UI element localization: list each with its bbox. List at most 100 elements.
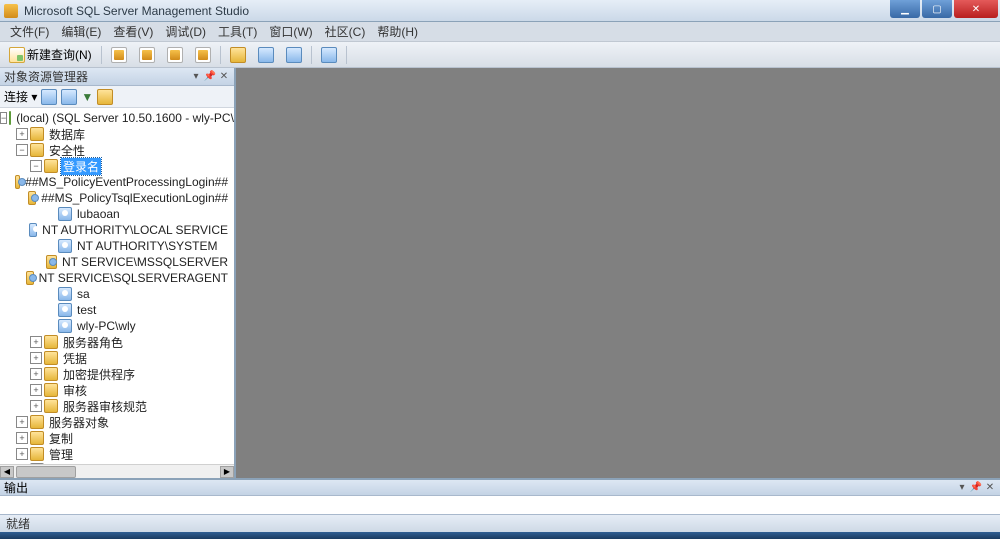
tree-databases[interactable]: + 数据库 xyxy=(0,126,234,142)
activity-icon xyxy=(321,47,337,63)
disconnect-icon[interactable] xyxy=(61,89,77,105)
doc-icon xyxy=(167,47,183,63)
save-all-icon xyxy=(286,47,302,63)
menu-community[interactable]: 社区(C) xyxy=(319,21,372,42)
tree-login-item[interactable]: ##MS_PolicyTsqlExecutionLogin## xyxy=(0,190,234,206)
tb-btn-2[interactable] xyxy=(134,44,160,66)
tree-login-item[interactable]: sa xyxy=(0,286,234,302)
menu-help[interactable]: 帮助(H) xyxy=(371,21,424,42)
tree-server-node[interactable]: − (local) (SQL Server 10.50.1600 - wly-P… xyxy=(0,110,234,126)
server-objects-label: 服务器对象 xyxy=(47,414,111,431)
collapse-icon[interactable]: − xyxy=(16,144,28,156)
refresh-icon[interactable] xyxy=(97,89,113,105)
expand-icon[interactable]: + xyxy=(16,128,28,140)
activity-monitor-button[interactable] xyxy=(316,44,342,66)
menu-window[interactable]: 窗口(W) xyxy=(263,21,318,42)
tree-credentials[interactable]: +凭据 xyxy=(0,350,234,366)
panel-close-icon[interactable]: ✕ xyxy=(218,71,230,83)
scroll-left-icon[interactable]: ◀ xyxy=(0,466,14,478)
status-text: 就绪 xyxy=(6,515,30,532)
tree-login-item[interactable]: wly-PC\wly xyxy=(0,318,234,334)
menu-tools[interactable]: 工具(T) xyxy=(212,21,263,42)
object-explorer-panel: 对象资源管理器 ▾ 📌 ✕ 连接 ▾ ▼ − (local) (SQL Serv… xyxy=(0,68,236,478)
tree-sql-agent[interactable]: +SQL Server 代理 xyxy=(0,462,234,464)
panel-dropdown-icon[interactable]: ▾ xyxy=(956,482,968,494)
tree-server-audit-spec[interactable]: +服务器审核规范 xyxy=(0,398,234,414)
tree-login-item[interactable]: lubaoan xyxy=(0,206,234,222)
minimize-button[interactable]: ▁ xyxy=(890,0,920,18)
open-icon xyxy=(230,47,246,63)
object-explorer-tree[interactable]: − (local) (SQL Server 10.50.1600 - wly-P… xyxy=(0,108,234,464)
expand-icon[interactable]: + xyxy=(16,416,28,428)
menu-view[interactable]: 查看(V) xyxy=(107,21,159,42)
tree-security[interactable]: − 安全性 xyxy=(0,142,234,158)
toolbar: 新建查询(N) xyxy=(0,42,1000,68)
folder-icon xyxy=(44,351,58,365)
expand-icon[interactable]: + xyxy=(30,384,42,396)
tree-login-item[interactable]: NT AUTHORITY\LOCAL SERVICE xyxy=(0,222,234,238)
tb-btn-3[interactable] xyxy=(162,44,188,66)
folder-icon xyxy=(44,367,58,381)
audits-label: 审核 xyxy=(61,382,89,399)
scroll-right-icon[interactable]: ▶ xyxy=(220,466,234,478)
object-explorer-toolbar: 连接 ▾ ▼ xyxy=(0,86,234,108)
login-icon xyxy=(58,239,72,253)
tree-audits[interactable]: + 审核 xyxy=(0,382,234,398)
tree-replication[interactable]: +复制 xyxy=(0,430,234,446)
expand-icon[interactable]: + xyxy=(16,448,28,460)
doc-icon xyxy=(195,47,211,63)
tree-login-item[interactable]: ##MS_PolicyEventProcessingLogin## xyxy=(0,174,234,190)
tree-management[interactable]: + 管理 xyxy=(0,446,234,462)
panel-close-icon[interactable]: ✕ xyxy=(984,482,996,494)
menu-edit[interactable]: 编辑(E) xyxy=(55,21,107,42)
new-query-button[interactable]: 新建查询(N) xyxy=(4,44,97,66)
tree-login-item[interactable]: test xyxy=(0,302,234,318)
tree-login-item[interactable]: NT AUTHORITY\SYSTEM xyxy=(0,238,234,254)
scrollbar-thumb[interactable] xyxy=(16,466,76,478)
folder-icon xyxy=(44,383,58,397)
login-icon xyxy=(29,223,37,237)
tree-server-roles[interactable]: +服务器角色 xyxy=(0,334,234,350)
tb-btn-4[interactable] xyxy=(190,44,216,66)
doc-icon xyxy=(111,47,127,63)
panel-dropdown-icon[interactable]: ▾ xyxy=(190,71,202,83)
expand-icon[interactable]: + xyxy=(30,400,42,412)
expand-icon[interactable]: + xyxy=(30,352,42,364)
object-explorer-header: 对象资源管理器 ▾ 📌 ✕ xyxy=(0,68,234,86)
expand-icon[interactable]: + xyxy=(30,368,42,380)
filter-icon[interactable]: ▼ xyxy=(81,90,93,104)
document-area xyxy=(236,68,1000,478)
menu-file[interactable]: 文件(F) xyxy=(4,21,55,42)
save-button[interactable] xyxy=(253,44,279,66)
expand-icon[interactable]: + xyxy=(16,432,28,444)
app-icon xyxy=(4,4,18,18)
open-button[interactable] xyxy=(225,44,251,66)
horizontal-scrollbar[interactable]: ◀ ▶ xyxy=(0,464,234,478)
folder-icon xyxy=(44,335,58,349)
menu-debug[interactable]: 调试(D) xyxy=(159,21,212,42)
save-icon xyxy=(258,47,274,63)
tree-server-objects[interactable]: + 服务器对象 xyxy=(0,414,234,430)
connect-icon[interactable] xyxy=(41,89,57,105)
expand-icon[interactable]: + xyxy=(30,336,42,348)
collapse-icon[interactable]: − xyxy=(0,112,7,124)
tree-logins[interactable]: − 登录名 xyxy=(0,158,234,174)
folder-icon xyxy=(30,127,44,141)
new-query-label: 新建查询(N) xyxy=(27,46,92,63)
close-button[interactable]: ✕ xyxy=(954,0,998,18)
tree-login-item[interactable]: NT SERVICE\SQLSERVERAGENT xyxy=(0,270,234,286)
panel-pin-icon[interactable]: 📌 xyxy=(204,71,216,83)
title-bar: Microsoft SQL Server Management Studio ▁… xyxy=(0,0,1000,22)
tb-btn-1[interactable] xyxy=(106,44,132,66)
tree-login-item[interactable]: NT SERVICE\MSSQLSERVER xyxy=(0,254,234,270)
panel-pin-icon[interactable]: 📌 xyxy=(970,482,982,494)
collapse-icon[interactable]: − xyxy=(30,160,42,172)
server-icon xyxy=(9,111,11,125)
management-label: 管理 xyxy=(47,446,75,463)
agent-icon xyxy=(30,463,44,464)
output-header: 输出 ▾ 📌 ✕ xyxy=(0,480,1000,496)
save-all-button[interactable] xyxy=(281,44,307,66)
connect-button[interactable]: 连接 ▾ xyxy=(4,88,37,105)
maximize-button[interactable]: ▢ xyxy=(922,0,952,18)
tree-crypto-providers[interactable]: +加密提供程序 xyxy=(0,366,234,382)
